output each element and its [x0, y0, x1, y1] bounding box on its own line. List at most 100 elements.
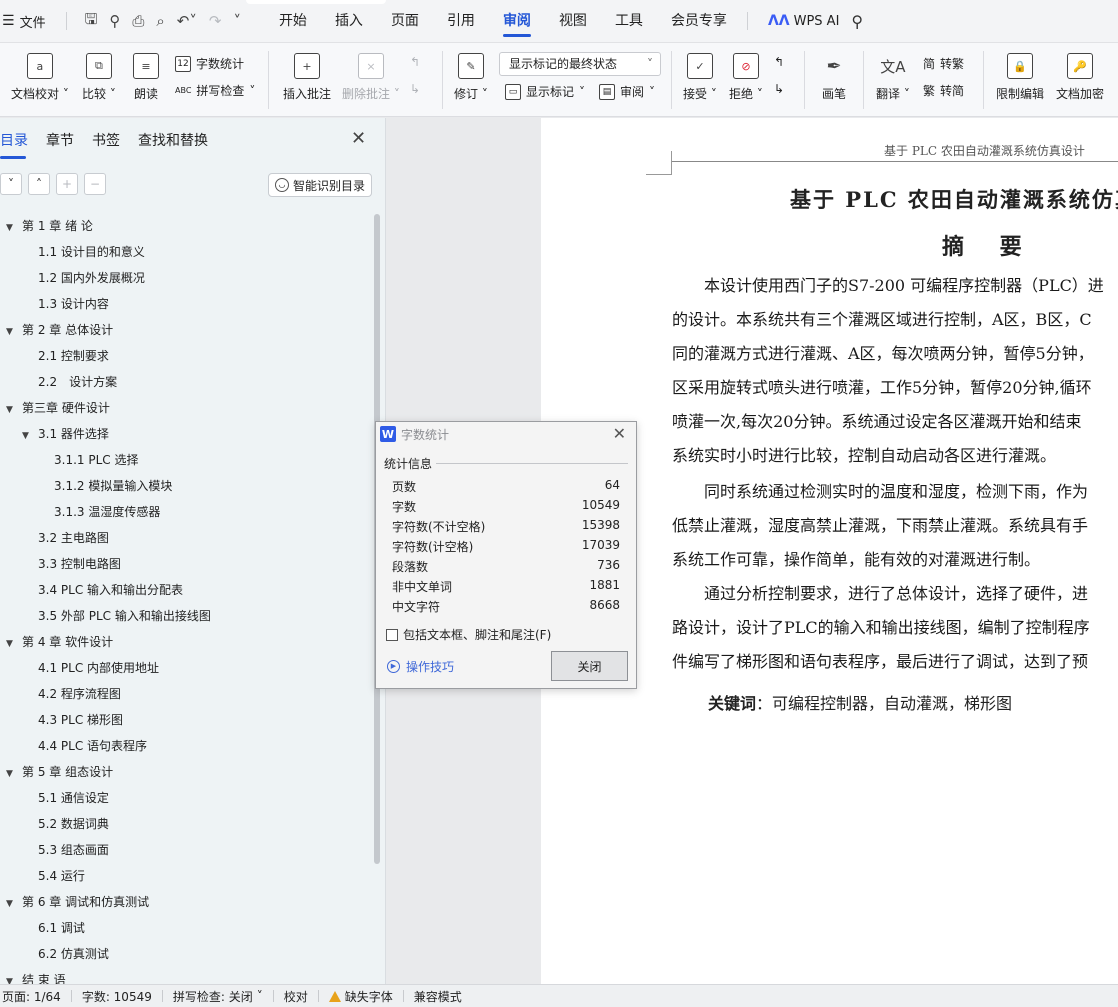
include-textbox-checkbox[interactable]: 包括文本框、脚注和尾注(F) — [386, 626, 551, 643]
toc-item[interactable]: 3.1.1 PLC 选择 — [54, 450, 138, 476]
toc-item[interactable]: 3.2 主电路图 — [38, 528, 109, 554]
close-button[interactable]: 关闭 — [551, 651, 628, 681]
save-icon[interactable]: 🖫 — [85, 9, 98, 34]
toc-item[interactable]: 3.1.2 模拟量输入模块 — [54, 476, 172, 502]
redo-icon[interactable]: ↷ — [209, 12, 222, 30]
word-count-button[interactable]: 12 字数统计 — [175, 55, 244, 72]
tab-review[interactable]: 审阅 — [489, 0, 545, 43]
toc-item[interactable]: 2.1 控制要求 — [38, 346, 109, 372]
review-pane-button[interactable]: ▤ 审阅 ˅ — [599, 83, 655, 100]
search-icon[interactable]: ⚲ — [851, 12, 863, 31]
expand-chevron-down-icon[interactable]: ˅ — [0, 173, 22, 195]
tab-insert[interactable]: 插入 — [321, 0, 377, 43]
tab-tools[interactable]: 工具 — [601, 0, 657, 43]
next-comment-icon[interactable]: ↳ — [410, 82, 420, 96]
markup-state-select[interactable]: 显示标记的最终状态 ˅ — [499, 52, 661, 76]
toc-item[interactable]: 2.2 设计方案 — [38, 372, 117, 398]
share-icon[interactable]: ⚲ — [109, 12, 120, 30]
toc-item[interactable]: 3.1.3 温湿度传感器 — [54, 502, 160, 528]
expand-arrow-icon[interactable]: ▼ — [6, 634, 18, 654]
insert-comment-button[interactable]: + 插入批注 — [283, 53, 331, 102]
checkbox-box[interactable] — [386, 628, 398, 641]
remove-icon[interactable]: − — [84, 173, 106, 195]
to-simplified-button[interactable]: 繁 转简 — [923, 82, 964, 99]
accept-button[interactable]: ✓ 接受 ˅ — [683, 53, 717, 102]
more-chevron-icon[interactable]: ˅ — [233, 12, 241, 30]
wps-ai-button[interactable]: ᐱᐱ WPS AI — [768, 13, 839, 29]
tab-view[interactable]: 视图 — [545, 0, 601, 43]
toc-item[interactable]: ▼ 3.1 器件选择 — [22, 424, 109, 450]
tab-bookmarks[interactable]: 书签 — [92, 130, 120, 150]
dialog-titlebar[interactable]: W 字数统计 — [376, 422, 636, 446]
toc-item[interactable]: ▼ 第 2 章 总体设计 — [6, 320, 113, 346]
toc-item[interactable]: ▼ 第 1 章 绪 论 — [6, 216, 93, 242]
close-icon[interactable]: ✕ — [613, 424, 626, 443]
toc-item[interactable]: ▼ 第三章 硬件设计 — [6, 398, 110, 424]
next-change-icon[interactable]: ↳ — [774, 82, 784, 96]
proofread-status[interactable]: 校对 — [274, 988, 318, 1005]
translate-button[interactable]: 文A 翻译 ˅ — [876, 53, 910, 102]
close-icon[interactable]: ✕ — [351, 128, 366, 149]
expand-arrow-icon[interactable]: ▼ — [6, 218, 18, 238]
show-markup-button[interactable]: ▭ 显示标记 ˅ — [505, 83, 585, 100]
track-changes-button[interactable]: ✎ 修订 ˅ — [454, 53, 488, 102]
compare-button[interactable]: ⧉ 比较 ˅ — [82, 53, 116, 102]
spell-check-button[interactable]: ABC 拼写检查 ˅ — [175, 82, 255, 99]
add-icon[interactable]: + — [56, 173, 78, 195]
toc-item[interactable]: ▼ 结 束 语 — [6, 970, 66, 984]
toc-item[interactable]: 3.3 控制电路图 — [38, 554, 121, 580]
toc-item[interactable]: ▼ 第 5 章 组态设计 — [6, 762, 113, 788]
expand-arrow-icon[interactable]: ▼ — [6, 972, 18, 984]
restrict-edit-button[interactable]: 🔒 限制编辑 — [996, 53, 1044, 102]
toc-item[interactable]: 4.4 PLC 语句表程序 — [38, 736, 147, 762]
print-preview-icon[interactable]: ⌕ — [156, 12, 164, 30]
smart-toc-button[interactable]: ◡ 智能识别目录 — [268, 173, 372, 197]
reject-button[interactable]: ⊘ 拒绝 ˅ — [729, 53, 763, 102]
toc-item[interactable]: 5.3 组态画面 — [38, 840, 109, 866]
delete-comment-button[interactable]: × 删除批注 ˅ — [342, 53, 400, 102]
expand-arrow-icon[interactable]: ▼ — [6, 764, 18, 784]
toc-item[interactable]: 3.5 外部 PLC 输入和输出接线图 — [38, 606, 211, 632]
expand-arrow-icon[interactable]: ▼ — [6, 894, 18, 914]
expand-arrow-icon[interactable]: ▼ — [22, 426, 34, 446]
collapse-chevron-up-icon[interactable]: ˄ — [28, 173, 50, 195]
ink-button[interactable]: ✒ 画笔 — [821, 53, 847, 102]
tab-references[interactable]: 引用 — [433, 0, 489, 43]
toc-item[interactable]: 5.4 运行 — [38, 866, 85, 892]
read-aloud-button[interactable]: ≡ 朗读 — [133, 53, 159, 102]
missing-font-status[interactable]: 缺失字体 — [319, 988, 403, 1005]
to-traditional-button[interactable]: 简 转繁 — [923, 55, 964, 72]
previous-comment-icon[interactable]: ↰ — [410, 55, 420, 69]
toc-item[interactable]: 6.1 调试 — [38, 918, 85, 944]
doc-check-button[interactable]: a 文档校对 ˅ — [11, 53, 69, 102]
toc-item[interactable]: 1.1 设计目的和意义 — [38, 242, 145, 268]
undo-icon[interactable]: ↶˅ — [177, 12, 197, 30]
previous-change-icon[interactable]: ↰ — [774, 55, 784, 69]
tab-find-replace[interactable]: 查找和替换 — [138, 130, 208, 150]
toc-item[interactable]: 4.1 PLC 内部使用地址 — [38, 658, 159, 684]
toc-item[interactable]: 4.2 程序流程图 — [38, 684, 121, 710]
print-icon[interactable]: ⎙ — [132, 12, 144, 30]
spell-check-status[interactable]: 拼写检查: 关闭 ˅ — [163, 988, 273, 1005]
tab-home[interactable]: 开始 — [265, 0, 321, 43]
toc-item[interactable]: 5.1 通信设定 — [38, 788, 109, 814]
word-count-indicator[interactable]: 字数: 10549 — [72, 988, 162, 1005]
toc-item[interactable]: ▼ 第 6 章 调试和仿真测试 — [6, 892, 149, 918]
tab-toc[interactable]: 目录 — [0, 130, 28, 159]
expand-arrow-icon[interactable]: ▼ — [6, 400, 18, 420]
tab-member[interactable]: 会员专享 — [657, 0, 741, 43]
tab-sections[interactable]: 章节 — [46, 130, 74, 150]
toc-item[interactable]: 6.2 仿真测试 — [38, 944, 109, 970]
toc-item[interactable]: 1.3 设计内容 — [38, 294, 109, 320]
expand-arrow-icon[interactable]: ▼ — [6, 322, 18, 342]
toc-item[interactable]: 1.2 国内外发展概况 — [38, 268, 145, 294]
toc-item[interactable]: 5.2 数据词典 — [38, 814, 109, 840]
toc-item[interactable]: ▼ 第 4 章 软件设计 — [6, 632, 113, 658]
tab-page[interactable]: 页面 — [377, 0, 433, 43]
toc-item[interactable]: 3.4 PLC 输入和输出分配表 — [38, 580, 183, 606]
file-menu[interactable]: ☰ 文件 — [0, 12, 46, 31]
encrypt-button[interactable]: 🔑 文档加密 — [1056, 53, 1104, 102]
toc-item[interactable]: 4.3 PLC 梯形图 — [38, 710, 123, 736]
page-indicator[interactable]: 页面: 1/64 — [0, 988, 71, 1005]
tips-link[interactable]: ▶ 操作技巧 — [387, 658, 454, 675]
